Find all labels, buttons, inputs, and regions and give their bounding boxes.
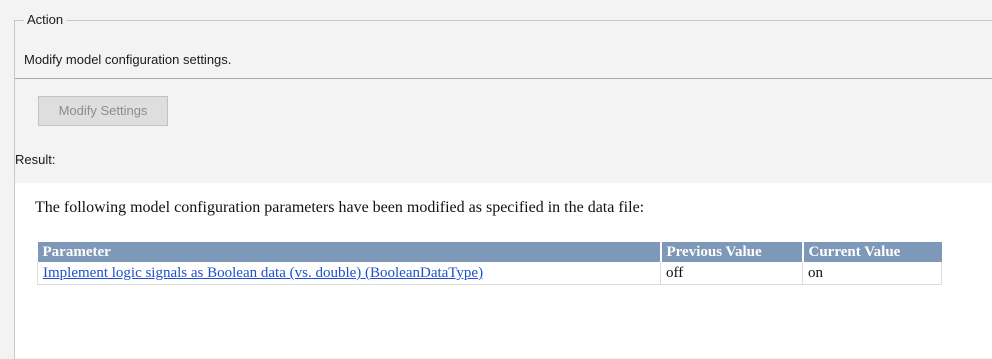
- parameter-link[interactable]: Implement logic signals as Boolean data …: [43, 265, 483, 281]
- previous-value-cell: off: [660, 262, 803, 285]
- parameter-cell: Implement logic signals as Boolean data …: [37, 262, 661, 285]
- current-value-cell: on: [802, 262, 942, 285]
- column-header-parameter: Parameter: [37, 242, 662, 262]
- result-message: The following model configuration parame…: [35, 199, 645, 216]
- action-description: Modify model configuration settings.: [24, 52, 232, 67]
- column-header-previous-value: Previous Value: [660, 242, 804, 262]
- result-label: Result:: [15, 152, 56, 167]
- table-row: Implement logic signals as Boolean data …: [37, 262, 942, 285]
- divider: [15, 78, 992, 79]
- modified-parameters-table: Parameter Previous Value Current Value I…: [37, 242, 942, 285]
- action-panel: Action Modify model configuration settin…: [0, 0, 992, 359]
- table-header-row: Parameter Previous Value Current Value: [37, 242, 942, 262]
- column-header-current-value: Current Value: [802, 242, 942, 262]
- modify-settings-button[interactable]: Modify Settings: [38, 96, 168, 126]
- result-pane[interactable]: The following model configuration parame…: [15, 183, 992, 358]
- action-group-title: Action: [24, 12, 67, 28]
